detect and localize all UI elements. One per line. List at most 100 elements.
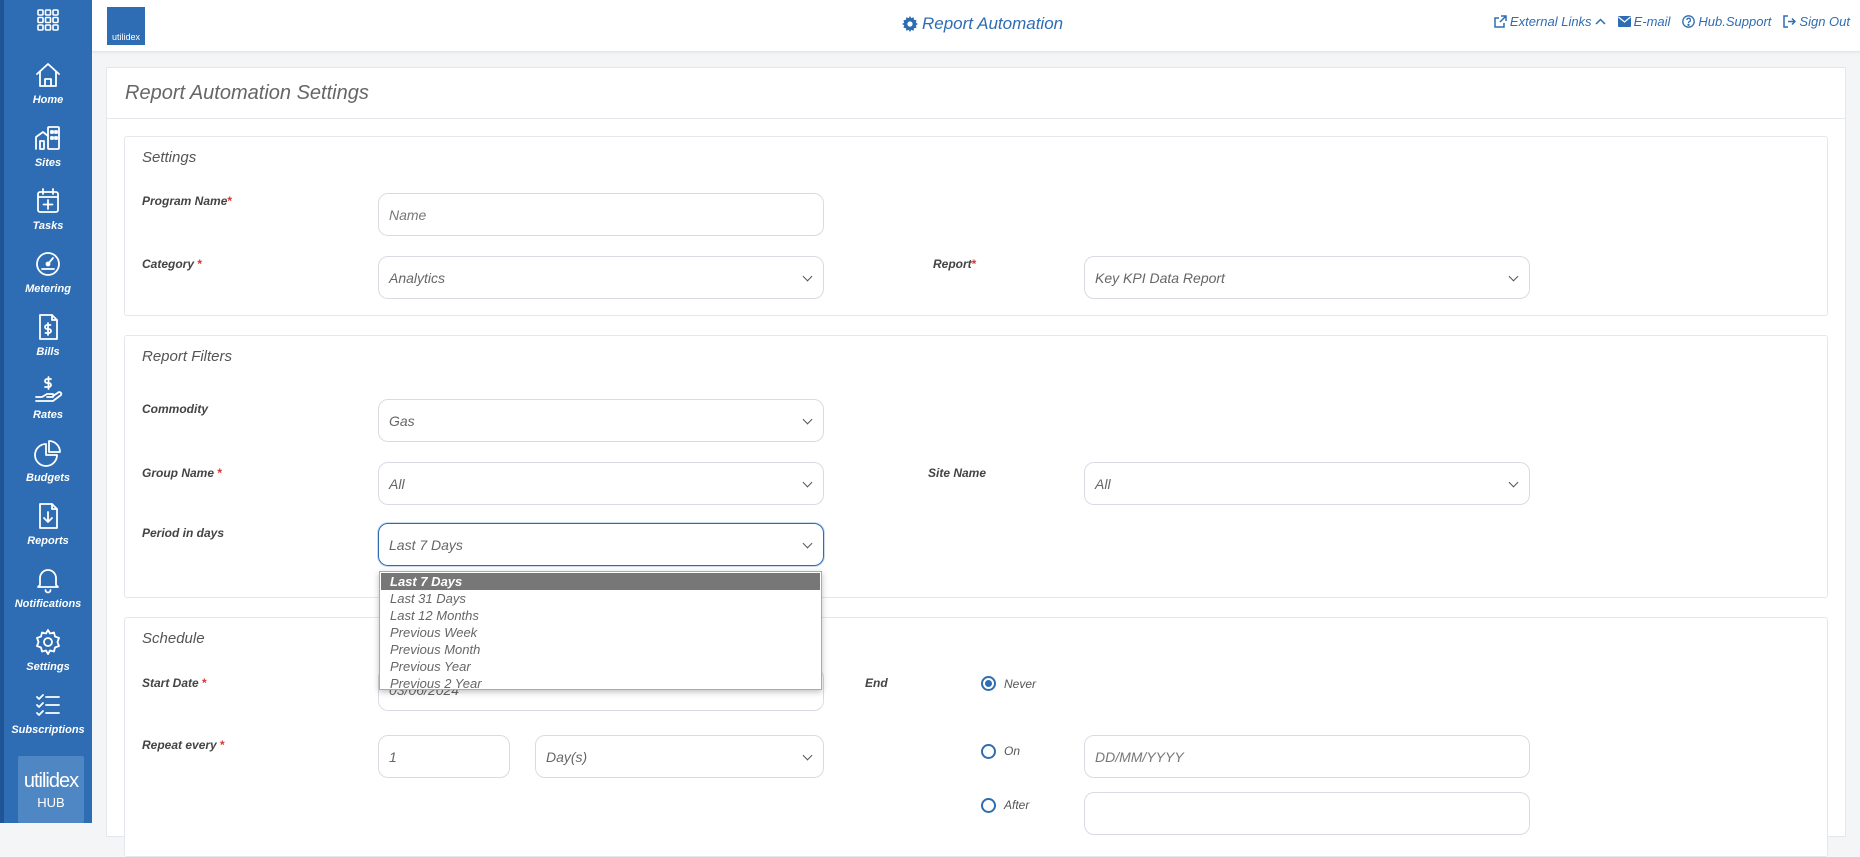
never-radio[interactable] xyxy=(981,676,996,691)
sidebar-item-label: Tasks xyxy=(32,220,64,232)
period-option[interactable]: Last 7 Days xyxy=(381,573,820,590)
program-name-label: Program Name* xyxy=(142,194,233,208)
site-name-value: All xyxy=(1095,475,1111,492)
apps-grid-icon[interactable] xyxy=(4,0,92,40)
gauge-icon xyxy=(36,252,60,276)
external-links-menu[interactable]: External Links xyxy=(1494,14,1606,29)
settings-title: Settings xyxy=(142,149,197,166)
period-value: Last 7 Days xyxy=(389,536,463,553)
brand-logo[interactable]: utilidex xyxy=(107,7,145,45)
start-date-label: Start Date * xyxy=(142,676,207,690)
on-label: On xyxy=(1004,744,1021,758)
chevron-up-icon xyxy=(1595,17,1606,25)
repeat-unit-select[interactable]: Day(s) xyxy=(535,735,824,778)
repeat-unit-value: Day(s) xyxy=(546,748,588,765)
after-occurrences-input[interactable] xyxy=(1084,792,1530,835)
sidebar-item-label: Rates xyxy=(33,409,63,421)
sidebar-item-budgets[interactable]: Budgets xyxy=(4,438,92,498)
site-name-label: Site Name xyxy=(928,466,987,480)
sign-out-icon xyxy=(1783,15,1797,28)
repeat-count-input[interactable]: 1 xyxy=(378,735,510,778)
report-filters-title: Report Filters xyxy=(142,348,233,365)
sidebar-item-subscriptions[interactable]: Subscriptions xyxy=(4,690,92,750)
home-icon xyxy=(36,63,60,87)
header-links: External Links E-mail Hub.Support Sign O… xyxy=(1494,14,1850,29)
sidebar-item-reports[interactable]: Reports xyxy=(4,501,92,561)
repeat-every-label: Repeat every * xyxy=(142,738,225,752)
report-value: Key KPI Data Report xyxy=(1095,269,1225,286)
top-bar: utilidex Report Automation External Link… xyxy=(92,0,1860,52)
gear-icon xyxy=(902,16,918,32)
logo-subtext: HUB xyxy=(37,794,65,810)
period-select[interactable]: Last 7 Days xyxy=(378,523,824,566)
sidebar-item-label: Budgets xyxy=(26,472,70,484)
calendar-plus-icon xyxy=(37,188,59,213)
site-name-select[interactable]: All xyxy=(1084,462,1530,505)
on-radio[interactable] xyxy=(981,744,996,759)
schedule-title: Schedule xyxy=(142,630,205,647)
download-file-icon xyxy=(39,503,58,529)
external-link-icon xyxy=(1494,15,1507,28)
report-filters-card: Report Filters Commodity Gas Group Name … xyxy=(124,335,1828,598)
period-option[interactable]: Previous Month xyxy=(381,641,820,658)
after-radio[interactable] xyxy=(981,798,996,813)
sidebar-item-label: Reports xyxy=(27,535,69,547)
gear-icon xyxy=(36,629,60,655)
sidebar-item-metering[interactable]: Metering xyxy=(4,249,92,309)
program-name-placeholder: Name xyxy=(389,206,427,223)
divider xyxy=(107,118,1845,119)
commodity-select[interactable]: Gas xyxy=(378,399,824,442)
checklist-icon xyxy=(36,694,60,716)
end-label: End xyxy=(865,676,888,690)
app-title-text: Report Automation xyxy=(922,14,1064,33)
sidebar-item-label: Sites xyxy=(34,157,62,169)
period-label: Period in days xyxy=(142,526,225,540)
sidebar-item-tasks[interactable]: Tasks xyxy=(4,186,92,246)
email-label: E-mail xyxy=(1633,14,1671,29)
sign-out-label: Sign Out xyxy=(1799,14,1850,29)
utilidex-hub-logo[interactable]: utilidex HUB xyxy=(18,756,84,823)
sidebar-item-label: Home xyxy=(32,94,64,106)
hand-dollar-icon xyxy=(35,376,63,402)
envelope-icon xyxy=(1617,16,1631,27)
end-date-placeholder: DD/MM/YYYY xyxy=(1095,748,1184,765)
sidebar-item-label: Bills xyxy=(36,346,60,358)
group-name-select[interactable]: All xyxy=(378,462,824,505)
program-name-input[interactable]: Name xyxy=(378,193,824,236)
period-option[interactable]: Last 12 Months xyxy=(381,607,820,624)
page-title: Report Automation Settings xyxy=(125,82,369,104)
support-link[interactable]: Hub.Support xyxy=(1682,14,1771,29)
period-options-dropdown: Last 7 Days Last 31 Days Last 12 Months … xyxy=(379,571,822,692)
sidebar-item-notifications[interactable]: Notifications xyxy=(4,564,92,624)
never-label: Never xyxy=(1004,677,1037,691)
sidebar-item-sites[interactable]: Sites xyxy=(4,123,92,183)
sidebar-item-label: Metering xyxy=(25,283,71,295)
pie-chart-icon xyxy=(34,440,61,467)
bill-icon xyxy=(39,314,58,340)
sign-out-link[interactable]: Sign Out xyxy=(1783,14,1850,29)
period-option[interactable]: Previous Year xyxy=(381,658,820,675)
email-link[interactable]: E-mail xyxy=(1617,14,1671,29)
period-option[interactable]: Last 31 Days xyxy=(381,590,820,607)
main-panel: Report Automation Settings Settings Prog… xyxy=(106,67,1846,857)
sidebar-item-rates[interactable]: Rates xyxy=(4,375,92,435)
sidebar-item-label: Settings xyxy=(26,661,70,673)
group-name-value: All xyxy=(389,475,405,492)
end-date-input[interactable]: DD/MM/YYYY xyxy=(1084,735,1530,778)
commodity-value: Gas xyxy=(389,412,415,429)
sidebar-item-home[interactable]: Home xyxy=(4,60,92,120)
period-option[interactable]: Previous Week xyxy=(381,624,820,641)
app-title: Report Automation xyxy=(902,14,1063,34)
question-circle-icon xyxy=(1682,15,1696,28)
brand-text: utilidex xyxy=(111,32,140,42)
report-label: Report* xyxy=(933,257,977,271)
period-option[interactable]: Previous 2 Year xyxy=(381,675,820,692)
support-label: Hub.Support xyxy=(1698,14,1772,29)
sidebar-item-bills[interactable]: Bills xyxy=(4,312,92,372)
sidebar-item-settings[interactable]: Settings xyxy=(4,627,92,687)
report-select[interactable]: Key KPI Data Report xyxy=(1084,256,1530,299)
category-label: Category * xyxy=(142,257,203,271)
category-value: Analytics xyxy=(389,269,446,286)
category-select[interactable]: Analytics xyxy=(378,256,824,299)
commodity-label: Commodity xyxy=(142,402,208,416)
